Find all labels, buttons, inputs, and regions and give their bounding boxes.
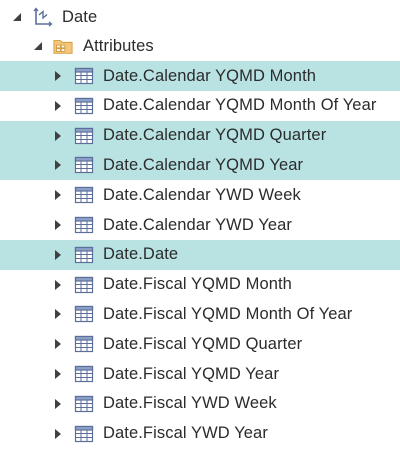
attribute-item-label: Date.Fiscal YQMD Month <box>103 275 292 294</box>
attribute-item[interactable]: Date.Calendar YQMD Month <box>0 61 400 91</box>
attribute-item[interactable]: Date.Calendar YWD Week <box>0 180 400 210</box>
expand-triangle-icon[interactable] <box>51 367 65 381</box>
attribute-item-label: Date.Fiscal YQMD Month Of Year <box>103 304 353 323</box>
tree-node-label: Date <box>62 7 98 26</box>
attribute-item[interactable]: Date.Calendar YWD Year <box>0 210 400 240</box>
expand-triangle-icon[interactable] <box>51 188 65 202</box>
attribute-item-label: Date.Calendar YWD Week <box>103 185 301 204</box>
table-icon <box>74 185 94 205</box>
attribute-item[interactable]: Date.Fiscal YQMD Month Of Year <box>0 299 400 329</box>
attribute-item-label: Date.Calendar YQMD Year <box>103 155 304 174</box>
attribute-item-label: Date.Date <box>103 245 179 264</box>
expand-triangle-icon[interactable] <box>51 158 65 172</box>
attribute-item[interactable]: Date.Fiscal YWD Year <box>0 419 400 449</box>
expand-triangle-icon[interactable] <box>51 218 65 232</box>
attribute-item-label: Date.Calendar YQMD Quarter <box>103 126 327 145</box>
expand-triangle-icon[interactable] <box>51 307 65 321</box>
table-icon <box>74 66 94 86</box>
expand-triangle-icon[interactable] <box>51 427 65 441</box>
table-icon <box>74 275 94 295</box>
expand-triangle-icon[interactable] <box>51 248 65 262</box>
expand-triangle-icon[interactable] <box>51 129 65 143</box>
table-icon <box>74 304 94 324</box>
expand-triangle-icon[interactable] <box>51 69 65 83</box>
table-icon <box>74 96 94 116</box>
tree-node-attributes[interactable]: Attributes <box>0 31 400 61</box>
table-icon <box>74 155 94 175</box>
table-icon <box>74 364 94 384</box>
tree-node-date[interactable]: Date <box>0 2 400 32</box>
attribute-item[interactable]: Date.Date <box>0 239 400 270</box>
expand-triangle-icon[interactable] <box>51 337 65 351</box>
attribute-item-label: Date.Fiscal YQMD Quarter <box>103 334 303 353</box>
attribute-item[interactable]: Date.Fiscal YQMD Quarter <box>0 329 400 359</box>
attribute-item[interactable]: Date.Fiscal YQMD Month <box>0 270 400 300</box>
table-icon <box>74 215 94 235</box>
attribute-item-label: Date.Fiscal YQMD Year <box>103 364 280 383</box>
attribute-item-label: Date.Calendar YQMD Month <box>103 66 317 85</box>
attribute-item[interactable]: Date.Calendar YQMD Quarter <box>0 120 400 151</box>
table-icon <box>74 126 94 146</box>
hierarchy-icon <box>33 7 53 27</box>
attribute-item[interactable]: Date.Fiscal YWD Week <box>0 389 400 419</box>
attribute-item[interactable]: Date.Calendar YQMD Month Of Year <box>0 91 400 121</box>
folder-icon <box>53 36 73 56</box>
table-icon <box>74 394 94 414</box>
tree-node-label: Attributes <box>83 36 154 55</box>
collapse-triangle-icon[interactable] <box>31 39 45 53</box>
expand-triangle-icon[interactable] <box>51 99 65 113</box>
attribute-item-label: Date.Fiscal YWD Week <box>103 394 277 413</box>
table-icon <box>74 424 94 444</box>
attribute-tree: Date Attributes Date.Calendar YQMD Month… <box>0 0 400 447</box>
collapse-triangle-icon[interactable] <box>10 10 24 24</box>
table-icon <box>74 334 94 354</box>
table-icon <box>74 245 94 265</box>
attribute-item-label: Date.Fiscal YWD Year <box>103 424 268 443</box>
expand-triangle-icon[interactable] <box>51 397 65 411</box>
expand-triangle-icon[interactable] <box>51 278 65 292</box>
attribute-item[interactable]: Date.Fiscal YQMD Year <box>0 359 400 389</box>
attribute-item[interactable]: Date.Calendar YQMD Year <box>0 150 400 181</box>
attribute-item-label: Date.Calendar YWD Year <box>103 215 293 234</box>
attribute-item-label: Date.Calendar YQMD Month Of Year <box>103 96 377 115</box>
